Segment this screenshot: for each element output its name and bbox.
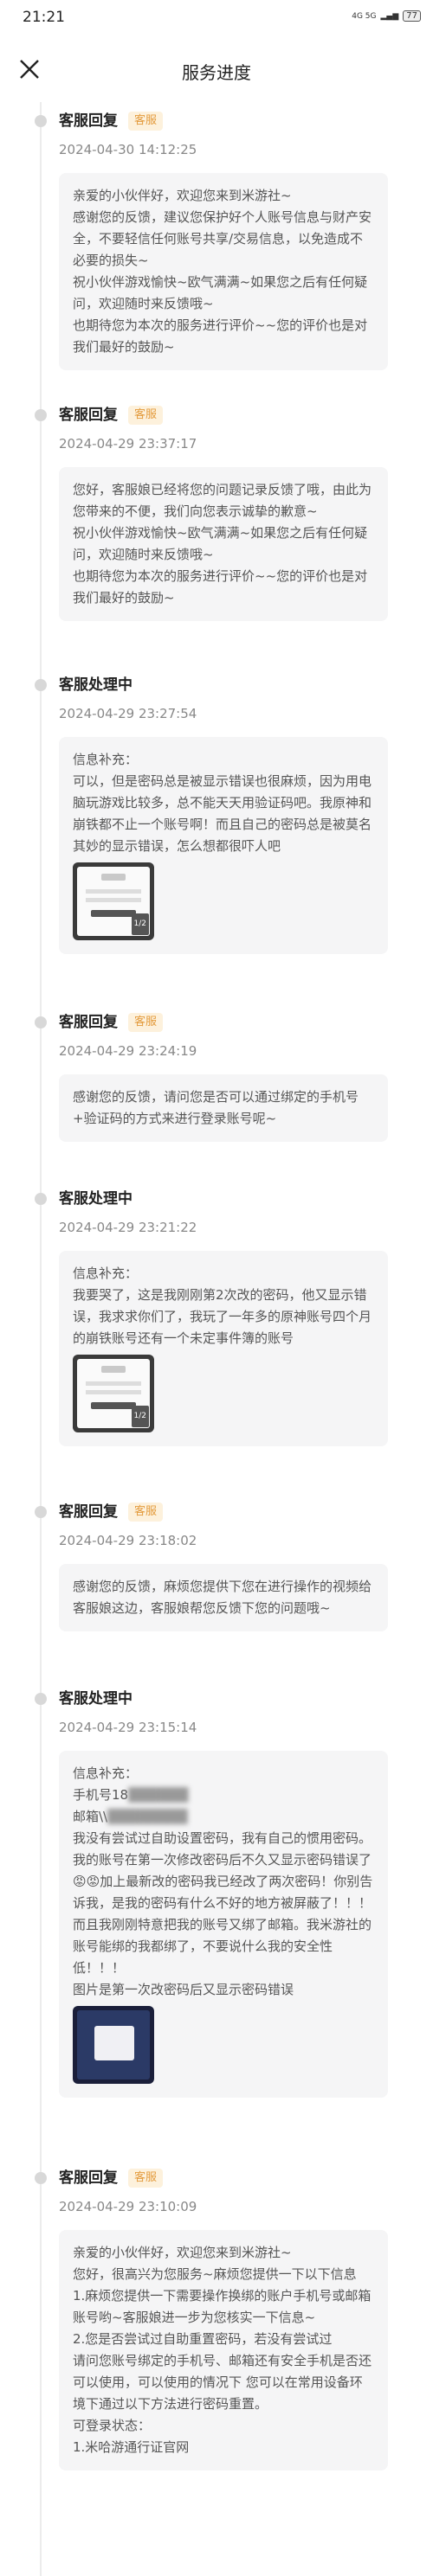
page-title: 服务进度 [182, 62, 251, 83]
signal-text: 4G 5G [352, 11, 377, 21]
entry-line: 也期待您为本次的服务进行评价~~您的评价也是对我们最好的鼓励~ [73, 568, 368, 606]
entry-line: 感谢您的反馈，建议您保护好个人账号信息与财产安全，不要轻信任何账号共享/交易信息… [73, 209, 372, 268]
staff-badge: 客服 [128, 2169, 164, 2188]
logo-icon [101, 874, 126, 881]
entry-content: 信息补充： 手机号18██████ 邮箱\\████████ 我没有尝试过自助设… [59, 1751, 388, 2098]
entry-date: 2024-04-30 14:12:25 [59, 142, 197, 157]
entry-line: 可登录状态： [73, 2418, 152, 2433]
entry-date: 2024-04-29 23:21:22 [59, 1220, 197, 1235]
entry-title: 客服回复 [59, 1014, 118, 1031]
entry-title: 客服回复 [59, 407, 118, 424]
redacted-text: ██████ [128, 1787, 189, 1803]
entry-line: 亲爱的小伙伴好，欢迎您来到米游社~ [73, 188, 292, 203]
entry-content: 您好，客服娘已经将您的问题记录反馈了哦，由此为您带来的不便，我们向您表示诚挚的歉… [59, 467, 388, 621]
timeline-dot [35, 1506, 47, 1518]
wifi-icon: ▂▄▆ [380, 11, 399, 21]
entry-title: 客服回复 [59, 1503, 118, 1521]
entry-line: 1.麻烦您提供一下需要操作换绑的账户手机号或邮箱账号哟~客服娘进一步为您核实一下… [73, 2288, 372, 2325]
attachment-thumbnail[interactable]: 1/2 [73, 1355, 154, 1432]
timeline-dot [35, 1693, 47, 1705]
status-bar: 21:21 4G 5G ▂▄▆ 77 [0, 0, 433, 42]
entry-line: 我要哭了，这是我刚刚第2次改的密码，他又显示错误，我求求你们了，我玩了一年多的原… [73, 1287, 372, 1346]
info-label: 信息补充： [73, 1765, 139, 1781]
logo-icon [101, 1366, 126, 1373]
timeline-dot [35, 409, 47, 421]
entry-title: 客服处理中 [59, 676, 132, 694]
status-time: 21:21 [23, 9, 65, 26]
entry-line: 您好，客服娘已经将您的问题记录反馈了哦，由此为您带来的不便，我们向您表示诚挚的歉… [73, 482, 372, 519]
entry-date: 2024-04-29 23:18:02 [59, 1533, 197, 1548]
entry-date: 2024-04-29 23:37:17 [59, 436, 197, 452]
entry-content: 亲爱的小伙伴好，欢迎您来到米游社~ 感谢您的反馈，建议您保护好个人账号信息与财产… [59, 173, 388, 370]
info-label: 信息补充： [73, 1266, 139, 1281]
entry-title: 客服处理中 [59, 1190, 132, 1208]
timeline-dot [35, 2172, 47, 2184]
battery-icon: 77 [403, 10, 421, 22]
info-label: 信息补充： [73, 752, 139, 767]
entry-line: 您好，很高兴为您服务~麻烦您提供一下以下信息 [73, 2266, 357, 2282]
timeline-dot [35, 115, 47, 127]
timeline-dot [35, 1016, 47, 1028]
redacted-text: ████████ [107, 1809, 188, 1824]
entry-line: 感谢您的反馈，请问您是否可以通过绑定的手机号+验证码的方式来进行登录账号呢~ [73, 1089, 359, 1126]
entry-line: 可以，但是密码总是被显示错误也很麻烦，因为用电脑玩游戏比较多，总不能天天用验证码… [73, 773, 372, 854]
attachment-thumbnail[interactable] [73, 2006, 154, 2084]
entry-line: 2.您是否尝试过自助重置密码，若没有尝试过 [73, 2331, 333, 2347]
entry-date: 2024-04-29 23:15:14 [59, 1720, 197, 1735]
entry-line: 1.米哈游通行证官网 [73, 2439, 190, 2455]
entry-content: 感谢您的反馈，请问您是否可以通过绑定的手机号+验证码的方式来进行登录账号呢~ [59, 1074, 388, 1142]
nav-bar: 服务进度 [0, 42, 433, 99]
attachment-thumbnail[interactable]: 1/2 [73, 862, 154, 940]
entry-content: 感谢您的反馈，麻烦您提供下您在进行操作的视频给客服娘这边，客服娘帮您反馈下您的问… [59, 1564, 388, 1631]
entry-content: 亲爱的小伙伴好，欢迎您来到米游社~ 您好，很高兴为您服务~麻烦您提供一下以下信息… [59, 2230, 388, 2470]
status-icons: 4G 5G ▂▄▆ 77 [352, 10, 421, 22]
entry-line: 图片是第一次改密码后又显示密码错误 [73, 1982, 294, 1997]
entry-line: 我的账号在第一次修改密码后不久又显示密码错误了😡😡加上最新改的密码我已经改了两次… [73, 1852, 373, 1976]
entry-title: 客服处理中 [59, 1690, 132, 1708]
entry-date: 2024-04-29 23:27:54 [59, 706, 197, 721]
entry-date: 2024-04-29 23:24:19 [59, 1043, 197, 1059]
entry-date: 2024-04-29 23:10:09 [59, 2199, 197, 2214]
entry-line: 我没有尝试过自助设置密码，我有自己的惯用密码。 [73, 1830, 372, 1846]
entry-content: 信息补充： 可以，但是密码总是被显示错误也很麻烦，因为用电脑玩游戏比较多，总不能… [59, 737, 388, 954]
entry-line: 请问您账号绑定的手机号、邮箱还有安全手机是否还可以使用，可以使用的情况下 您可以… [73, 2353, 372, 2412]
entry-title: 客服回复 [59, 112, 118, 130]
entry-line: 祝小伙伴游戏愉快~欧气满满~如果您之后有任何疑问，欢迎随时来反馈哦~ [73, 274, 368, 311]
timeline-dot [35, 1193, 47, 1205]
staff-badge: 客服 [128, 406, 164, 425]
entry-line: 亲爱的小伙伴好，欢迎您来到米游社~ [73, 2245, 292, 2260]
timeline-dot [35, 679, 47, 691]
staff-badge: 客服 [128, 1503, 164, 1522]
image-count: 1/2 [131, 1406, 149, 1427]
entry-title: 客服回复 [59, 2169, 118, 2187]
email-line: 邮箱\\████████ [73, 1809, 188, 1824]
image-count: 1/2 [131, 913, 149, 935]
staff-badge: 客服 [128, 112, 164, 131]
entry-content: 信息补充： 我要哭了，这是我刚刚第2次改的密码，他又显示错误，我求求你们了，我玩… [59, 1251, 388, 1446]
timeline-line [40, 102, 42, 2576]
entry-line: 祝小伙伴游戏愉快~欧气满满~如果您之后有任何疑问，欢迎随时来反馈哦~ [73, 525, 368, 562]
staff-badge: 客服 [128, 1013, 164, 1032]
entry-line: 也期待您为本次的服务进行评价~~您的评价也是对我们最好的鼓励~ [73, 317, 368, 355]
phone-line: 手机号18██████ [73, 1787, 189, 1803]
entry-line: 感谢您的反馈，麻烦您提供下您在进行操作的视频给客服娘这边，客服娘帮您反馈下您的问… [73, 1579, 372, 1616]
